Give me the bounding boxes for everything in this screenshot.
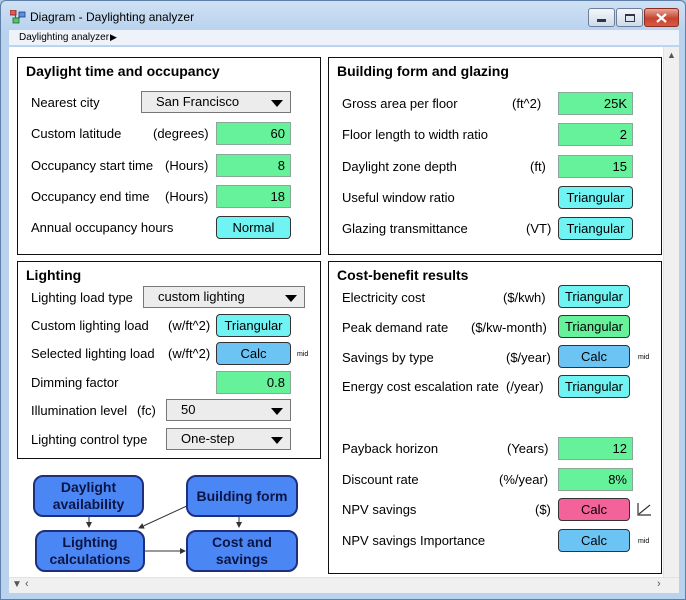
app-window: Diagram - Daylighting analyzer Daylighti…: [0, 0, 686, 600]
minimize-button[interactable]: [588, 8, 615, 27]
panel-title: Cost-benefit results: [337, 267, 469, 283]
peak-demand-unit: ($/kw-month): [471, 320, 547, 335]
npv-calc-button[interactable]: Calc: [558, 498, 630, 521]
discount-label: Discount rate: [342, 472, 419, 487]
peak-demand-label: Peak demand rate: [342, 320, 449, 335]
maximize-icon: [624, 13, 635, 22]
savings-type-unit: ($/year): [506, 350, 551, 365]
scroll-menu-icon[interactable]: ▼: [12, 579, 22, 590]
glazing-unit: (VT): [526, 221, 552, 236]
payback-unit: (Years): [507, 441, 549, 456]
minimize-icon: [597, 19, 606, 22]
savings-type-label: Savings by type: [342, 350, 434, 365]
close-button[interactable]: [644, 8, 679, 27]
diagram-app-icon: [10, 10, 26, 24]
horizontal-scrollbar[interactable]: ▼ ‹ ›: [9, 577, 679, 593]
zone-depth-label: Daylight zone depth: [342, 159, 457, 174]
gross-area-input[interactable]: 25K: [558, 92, 633, 115]
escalation-button[interactable]: Triangular: [558, 375, 630, 398]
glazing-button[interactable]: Triangular: [558, 217, 633, 240]
arrow-building-to-lighting: [138, 504, 190, 529]
result-graph-icon[interactable]: [637, 502, 652, 516]
zone-depth-input[interactable]: 15: [558, 155, 633, 178]
daylight-availability-node[interactable]: Daylight availability: [33, 475, 144, 517]
building-panel: Building form and glazing Gross area per…: [328, 57, 662, 255]
escalation-label: Energy cost escalation rate: [342, 379, 499, 394]
diagram-canvas: Daylight time and occupancy Nearest city…: [9, 47, 663, 577]
savings-type-calc-button[interactable]: Calc: [558, 345, 630, 368]
lighting-calculations-node[interactable]: Lighting calculations: [35, 530, 145, 572]
npv-importance-calc-button[interactable]: Calc: [558, 529, 630, 552]
vertical-scrollbar[interactable]: ▲: [663, 47, 679, 577]
breadcrumb-arrow-icon[interactable]: ▶: [110, 32, 117, 43]
escalation-unit: (/year): [506, 379, 544, 394]
discount-unit: (%/year): [499, 472, 549, 487]
cost-and-savings-node[interactable]: Cost and savings: [186, 530, 298, 572]
close-icon: [656, 12, 667, 23]
building-form-node[interactable]: Building form: [186, 475, 298, 517]
zone-depth-unit: (ft): [530, 159, 546, 174]
payback-input[interactable]: 12: [558, 437, 633, 460]
npv-importance-label: NPV savings Importance: [342, 533, 486, 548]
electricity-label: Electricity cost: [342, 290, 426, 305]
peak-demand-button[interactable]: Triangular: [558, 315, 630, 338]
length-width-input[interactable]: 2: [558, 123, 633, 146]
discount-input[interactable]: 8%: [558, 468, 633, 491]
window-ratio-button[interactable]: Triangular: [558, 186, 633, 209]
window-ratio-label: Useful window ratio: [342, 190, 455, 205]
breadcrumb-item[interactable]: Daylighting analyzer: [19, 32, 109, 43]
panel-title: Building form and glazing: [337, 63, 509, 79]
npv-label: NPV savings: [342, 502, 417, 517]
electricity-unit: ($/kwh): [503, 290, 546, 305]
maximize-button[interactable]: [616, 8, 643, 27]
window-title: Diagram - Daylighting analyzer: [30, 10, 195, 24]
mid-tag: mid: [638, 354, 650, 361]
gross-area-unit: (ft^2): [512, 96, 542, 111]
glazing-label: Glazing transmittance: [342, 221, 468, 236]
npv-unit: ($): [535, 502, 551, 517]
cost-panel: Cost-benefit results Electricity cost ($…: [328, 261, 662, 574]
breadcrumb: Daylighting analyzer ▶: [9, 30, 679, 46]
title-bar[interactable]: Diagram - Daylighting analyzer: [1, 1, 685, 31]
scroll-right-icon[interactable]: ›: [657, 578, 661, 590]
payback-label: Payback horizon: [342, 441, 439, 456]
gross-area-label: Gross area per floor: [342, 96, 458, 111]
scroll-left-icon[interactable]: ‹: [25, 578, 29, 590]
length-width-label: Floor length to width ratio: [342, 127, 488, 142]
electricity-button[interactable]: Triangular: [558, 285, 630, 308]
scroll-up-icon[interactable]: ▲: [667, 50, 676, 60]
mid-tag: mid: [638, 538, 650, 545]
